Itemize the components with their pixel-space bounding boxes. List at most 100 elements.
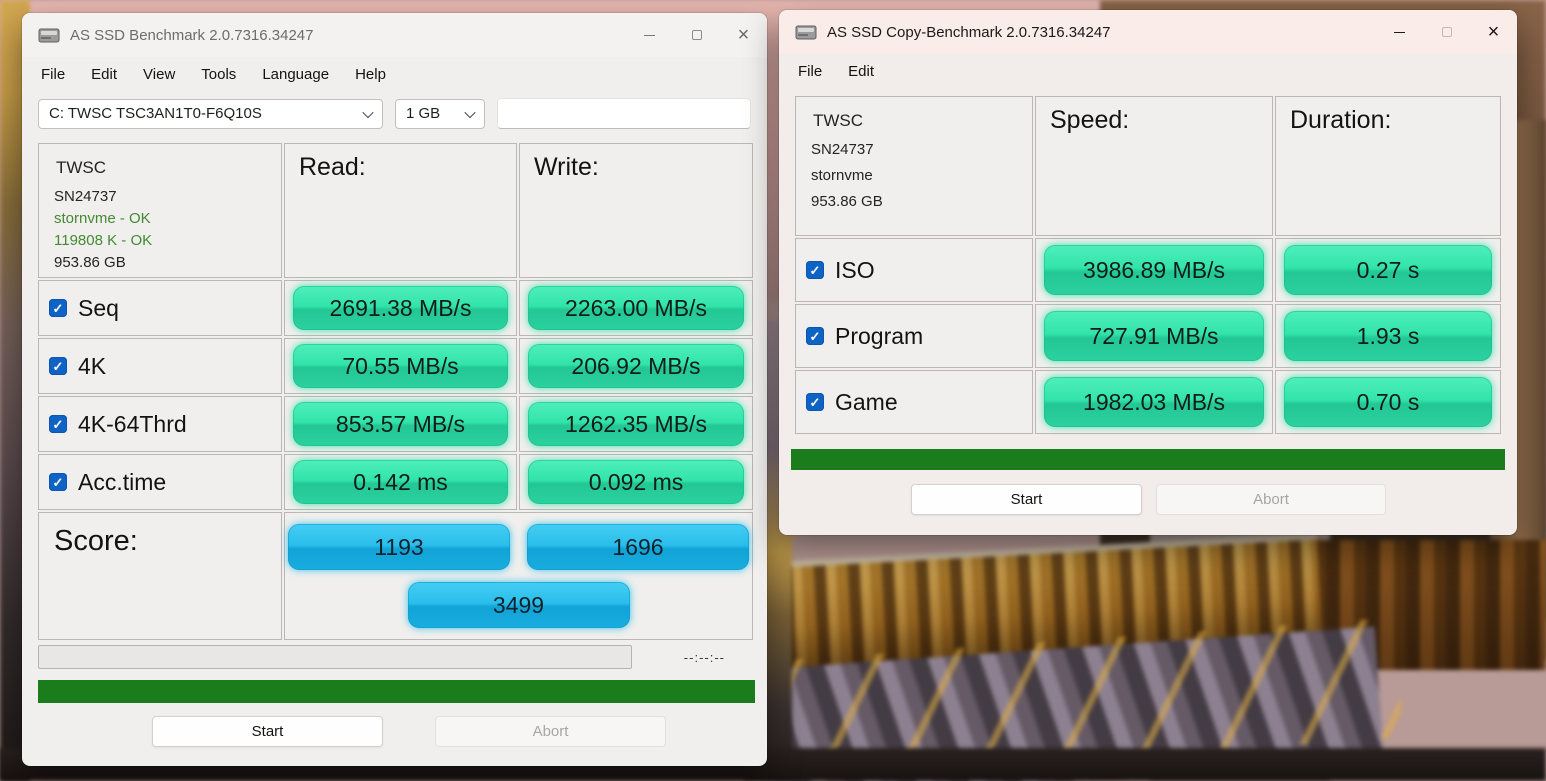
check-icon: ✓	[810, 264, 821, 277]
ssd-drive-icon	[795, 23, 817, 41]
menu-tools[interactable]: Tools	[188, 60, 249, 89]
seq-write-cell: 2263.00 MB/s	[519, 280, 753, 336]
offset-status: 119808 K - OK	[54, 232, 266, 249]
driver-status: stornvme - OK	[54, 210, 266, 227]
menu-help[interactable]: Help	[342, 60, 399, 89]
game-duration-cell: 0.70 s	[1275, 370, 1501, 434]
output-field[interactable]	[497, 98, 751, 129]
start-button[interactable]: Start	[152, 716, 383, 747]
check-icon: ✓	[53, 360, 64, 373]
menu-bar: File Edit	[779, 54, 1517, 91]
menu-bar: File Edit View Tools Language Help	[22, 57, 767, 94]
program-speed-cell: 727.91 MB/s	[1035, 304, 1273, 368]
iso-duration-cell: 0.27 s	[1275, 238, 1501, 302]
progress-track	[38, 645, 632, 669]
acctime-write-cell: 0.092 ms	[519, 454, 753, 510]
maximize-button[interactable]	[1423, 10, 1470, 54]
result-value: 853.57 MB/s	[293, 402, 508, 446]
benchmark-table: TWSC SN24737 stornvme - OK 119808 K - OK…	[38, 143, 753, 640]
write-score: 1696	[527, 524, 749, 570]
start-button[interactable]: Start	[911, 484, 1142, 515]
acctime-read-cell: 0.142 ms	[284, 454, 517, 510]
menu-file[interactable]: File	[28, 60, 78, 89]
row-acctime: ✓ Acc.time	[38, 454, 282, 510]
abort-button[interactable]: Abort	[1156, 484, 1386, 515]
close-button[interactable]: ×	[1470, 10, 1517, 54]
close-button[interactable]: ×	[720, 13, 767, 57]
seq-checkbox[interactable]: ✓	[49, 299, 67, 317]
row-label: Program	[835, 323, 923, 350]
iso-checkbox[interactable]: ✓	[806, 261, 824, 279]
result-value: 0.27 s	[1284, 245, 1492, 295]
read-score: 1193	[288, 524, 510, 570]
minimize-icon	[1394, 32, 1405, 33]
result-value: 0.092 ms	[528, 460, 744, 504]
row-seq: ✓ Seq	[38, 280, 282, 336]
check-icon: ✓	[53, 302, 64, 315]
result-value: 2691.38 MB/s	[293, 286, 508, 330]
abort-button[interactable]: Abort	[435, 716, 666, 747]
result-value: 1262.35 MB/s	[528, 402, 744, 446]
maximize-icon	[692, 30, 702, 40]
program-checkbox[interactable]: ✓	[806, 327, 824, 345]
score-label: Score:	[38, 512, 282, 640]
overall-progress-bar	[38, 680, 755, 703]
close-icon: ×	[1488, 22, 1500, 42]
menu-view[interactable]: View	[130, 60, 188, 89]
menu-edit[interactable]: Edit	[835, 57, 887, 86]
drive-serial: SN24737	[54, 188, 266, 205]
result-value: 0.142 ms	[293, 460, 508, 504]
drive-info-panel: TWSC SN24737 stornvme - OK 119808 K - OK…	[38, 143, 282, 278]
drive-info-panel: TWSC SN24737 stornvme 953.86 GB	[795, 96, 1033, 236]
minimize-icon	[644, 35, 655, 36]
seq-read-cell: 2691.38 MB/s	[284, 280, 517, 336]
menu-edit[interactable]: Edit	[78, 60, 130, 89]
drive-serial: SN24737	[811, 141, 1017, 158]
copy-benchmark-table: TWSC SN24737 stornvme 953.86 GB Speed: D…	[795, 96, 1501, 434]
minimize-button[interactable]	[626, 13, 673, 57]
row-iso: ✓ ISO	[795, 238, 1033, 302]
titlebar[interactable]: AS SSD Copy-Benchmark 2.0.7316.34247 ×	[779, 10, 1517, 54]
menu-file[interactable]: File	[785, 57, 835, 86]
result-value: 2263.00 MB/s	[528, 286, 744, 330]
read-column-header: Read:	[284, 143, 517, 278]
overall-progress-bar	[791, 449, 1505, 470]
acctime-checkbox[interactable]: ✓	[49, 473, 67, 491]
maximize-button[interactable]	[673, 13, 720, 57]
minimize-button[interactable]	[1376, 10, 1423, 54]
iso-speed-cell: 3986.89 MB/s	[1035, 238, 1273, 302]
duration-column-header: Duration:	[1275, 96, 1501, 236]
4k64thrd-checkbox[interactable]: ✓	[49, 415, 67, 433]
result-value: 3986.89 MB/s	[1044, 245, 1263, 295]
game-checkbox[interactable]: ✓	[806, 393, 824, 411]
row-4k: ✓ 4K	[38, 338, 282, 394]
4k64thrd-write-cell: 1262.35 MB/s	[519, 396, 753, 452]
menu-language[interactable]: Language	[249, 60, 342, 89]
toolbar: C: TWSC TSC3AN1T0-F6Q10S 1 GB	[22, 94, 767, 138]
result-value: 70.55 MB/s	[293, 344, 508, 388]
4k-checkbox[interactable]: ✓	[49, 357, 67, 375]
window-controls: ×	[1376, 10, 1517, 54]
titlebar[interactable]: AS SSD Benchmark 2.0.7316.34247 ×	[22, 13, 767, 57]
speed-column-header: Speed:	[1035, 96, 1273, 236]
drive-select[interactable]: C: TWSC TSC3AN1T0-F6Q10S	[38, 99, 383, 129]
drive-select-value: C: TWSC TSC3AN1T0-F6Q10S	[49, 105, 262, 122]
row-label: Game	[835, 389, 898, 416]
check-icon: ✓	[810, 396, 821, 409]
benchmark-window: AS SSD Benchmark 2.0.7316.34247 × File E…	[22, 13, 767, 766]
row-4k64thrd: ✓ 4K-64Thrd	[38, 396, 282, 452]
chevron-down-icon	[362, 106, 373, 117]
4k-read-cell: 70.55 MB/s	[284, 338, 517, 394]
write-column-header: Write:	[519, 143, 753, 278]
window-controls: ×	[626, 13, 767, 57]
test-size-select[interactable]: 1 GB	[395, 99, 485, 129]
4k-write-cell: 206.92 MB/s	[519, 338, 753, 394]
drive-vendor: TWSC	[813, 111, 1017, 131]
check-icon: ✓	[53, 418, 64, 431]
test-size-value: 1 GB	[406, 105, 440, 122]
result-value: 1982.03 MB/s	[1044, 377, 1263, 427]
ssd-drive-icon	[38, 26, 60, 44]
driver-name: stornvme	[811, 167, 1017, 184]
result-value: 727.91 MB/s	[1044, 311, 1263, 361]
window-title: AS SSD Benchmark 2.0.7316.34247	[70, 27, 314, 44]
